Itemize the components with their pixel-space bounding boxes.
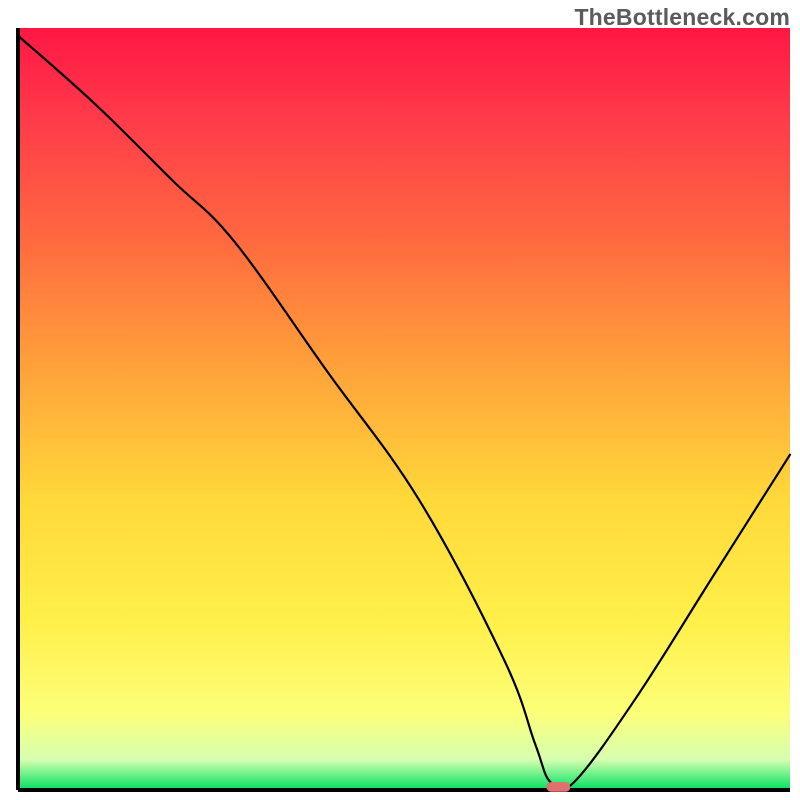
chart-svg xyxy=(0,0,800,800)
watermark-text: TheBottleneck.com xyxy=(574,4,790,31)
chart-figure: TheBottleneck.com xyxy=(0,0,800,800)
optimal-marker xyxy=(546,782,570,792)
